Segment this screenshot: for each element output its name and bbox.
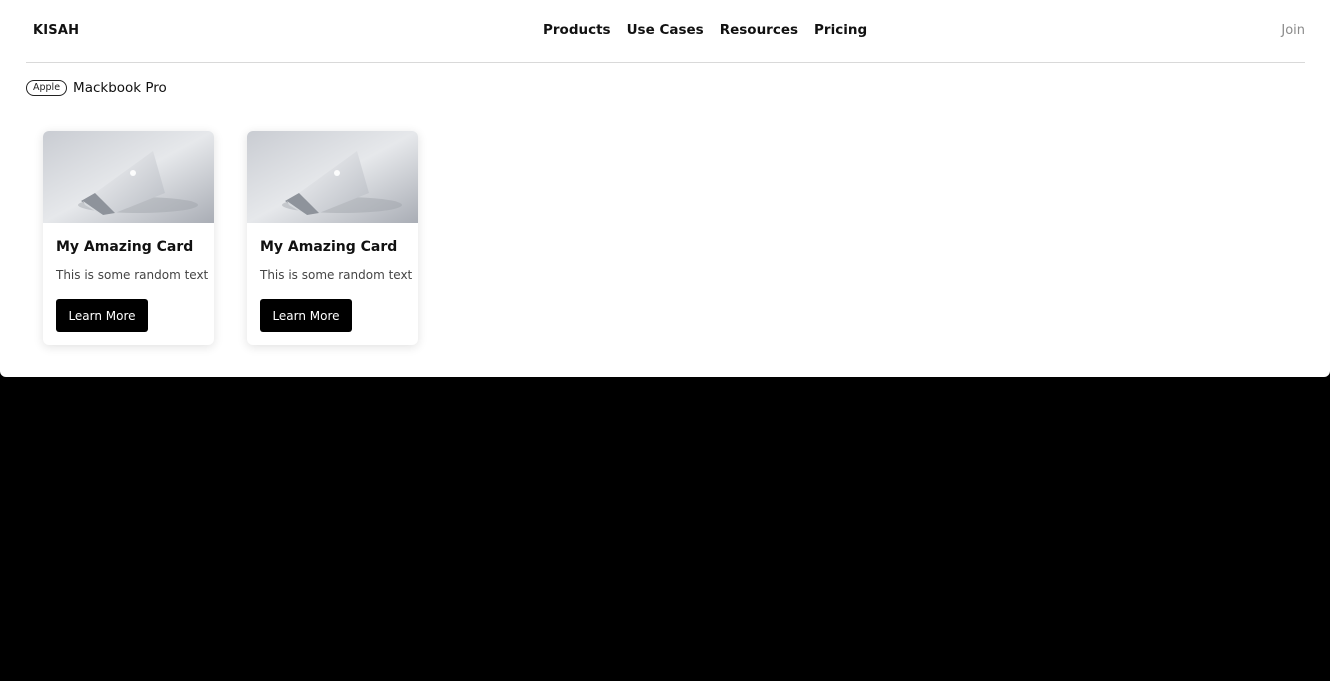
card-text: This is some random text	[260, 268, 413, 282]
nav-link-resources[interactable]: Resources	[720, 22, 798, 38]
nav-link-use-cases[interactable]: Use Cases	[627, 22, 704, 38]
card-list: My Amazing Card This is some random text…	[43, 131, 418, 345]
laptop-image	[43, 131, 214, 223]
brand-logo[interactable]: KISAH	[33, 23, 79, 38]
page-panel: KISAH Products Use Cases Resources Prici…	[0, 0, 1330, 377]
breadcrumb: Apple Mackbook Pro	[26, 80, 167, 96]
brand-badge: Apple	[26, 80, 68, 96]
product-card: My Amazing Card This is some random text…	[247, 131, 418, 345]
laptop-image	[247, 131, 418, 223]
learn-more-button[interactable]: Learn More	[260, 299, 352, 332]
card-title: My Amazing Card	[260, 239, 398, 255]
nav-link-pricing[interactable]: Pricing	[814, 22, 867, 38]
navbar: KISAH Products Use Cases Resources Prici…	[26, 0, 1305, 63]
product-title: Mackbook Pro	[73, 80, 167, 96]
learn-more-button[interactable]: Learn More	[56, 299, 148, 332]
nav-links: Products Use Cases Resources Pricing	[543, 22, 867, 38]
nav-link-products[interactable]: Products	[543, 22, 611, 38]
product-card: My Amazing Card This is some random text…	[43, 131, 214, 345]
join-link[interactable]: Join	[1281, 23, 1305, 38]
card-text: This is some random text	[56, 268, 209, 282]
card-title: My Amazing Card	[56, 239, 194, 255]
